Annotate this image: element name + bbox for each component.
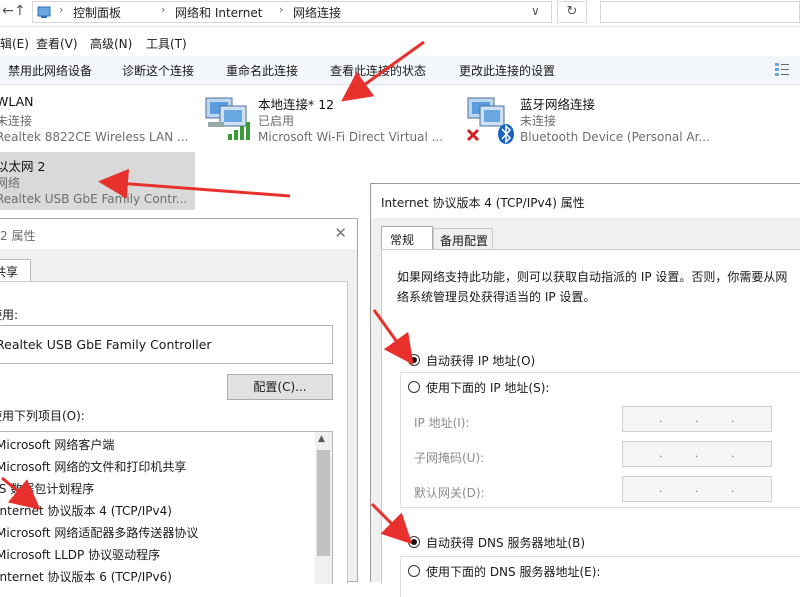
change-settings-button[interactable]: 更改此连接的设置 [459,62,555,79]
ipv4-properties-dialog: Internet 协议版本 4 (TCP/IPv4) 属性 常规 备用配置 如果… [370,183,800,597]
tab-label: 共享 [0,265,19,279]
list-item[interactable]: Microsoft 网络适配器多路传送器协议 [0,524,198,541]
gateway-label: 默认网关(D): [414,486,485,500]
close-icon[interactable]: ✕ [334,224,347,242]
general-tab-panel: 如果网络支持此功能，则可以获取自动指派的 IP 设置。否则，你需要从网 络系统管… [381,249,800,597]
dialog-title: 2 属性 [0,229,36,243]
address-input[interactable]: › 控制面板 › 网络和 Internet › 网络连接 ∨ [32,1,552,23]
breadcrumb-separator: › [279,3,284,16]
adapter-device: Bluetooth Device (Personal Ar... [520,130,710,144]
tab-general[interactable]: 常规 [381,226,433,251]
device-name: Realtek USB GbE Family Controller [0,337,212,352]
breadcrumb-separator: › [59,3,64,16]
manual-ip-radio[interactable] [408,381,420,393]
manual-dns-radio[interactable] [408,565,420,577]
adapter-status: 未连接 [520,114,557,128]
gateway-field[interactable]: . . . [622,476,772,502]
dialog-title-bar: Internet 协议版本 4 (TCP/IPv4) 属性 [371,184,800,218]
tab-alternate-config[interactable]: 备用配置 [433,228,493,251]
address-bar: ← ↑ › 控制面板 › 网络和 Internet › 网络连接 ∨ ↻ [0,0,800,27]
adapter-device: Realtek 8822CE Wireless LAN ... [0,130,189,144]
auto-ip-label[interactable]: 自动获得 IP 地址(O) [426,352,535,369]
tab-sharing[interactable]: 共享 [0,259,31,282]
description-line-1: 如果网络支持此功能，则可以获取自动指派的 IP 设置。否则，你需要从网 [397,270,788,284]
breadcrumb-control-panel[interactable]: 控制面板 [73,4,121,21]
menu-tools[interactable]: 工具(T) [146,35,187,52]
list-item[interactable]: Microsoft 网络客户端 [0,436,114,453]
manual-dns-label[interactable]: 使用下面的 DNS 服务器地址(E): [426,563,600,580]
dialog-title-bar: 2 属性 ✕ [0,219,357,249]
control-panel-icon [37,6,51,18]
menu-edit[interactable]: 编辑(E) [0,35,29,52]
adapter-status: 未连接 [0,114,33,128]
auto-dns-radio[interactable] [408,536,420,548]
adapter-name: 本地连接* 12 [258,97,335,112]
adapter-device: Realtek USB GbE Family Contr... [0,192,188,206]
view-options-icon[interactable] [774,61,790,77]
configure-button[interactable]: 配置(C)... [227,374,333,400]
menu-bar: 编辑(E) 查看(V) 高级(N) 工具(T) [0,32,800,54]
adapter-name: 蓝牙网络连接 [520,97,596,112]
tab-label: 备用配置 [440,234,489,248]
tab-label: 常规 [390,233,415,247]
subnet-mask-field[interactable]: . . . [622,441,772,467]
refresh-button[interactable]: ↻ [557,1,587,23]
diagnose-button[interactable]: 诊断这个连接 [122,62,194,79]
connect-using-label: 使用: [0,308,19,322]
description-line-2: 络系统管理员处获得适当的 IP 设置。 [397,290,596,304]
list-item[interactable]: Microsoft 网络的文件和打印机共享 [0,458,186,475]
subnet-mask-label: 子网掩码(U): [414,451,485,465]
ethernet-properties-dialog: 2 属性 ✕ 共享 使用: Realtek USB GbE Family Con… [0,218,358,584]
adapter-name: WLAN [0,94,34,109]
auto-dns-label[interactable]: 自动获得 DNS 服务器地址(B) [426,534,585,551]
scrollbar-thumb[interactable] [317,450,330,556]
components-list[interactable]: Microsoft 网络客户端 Microsoft 网络的文件和打印机共享 Qo… [0,431,333,584]
breadcrumb-network-internet[interactable]: 网络和 Internet [175,4,262,21]
auto-ip-radio[interactable] [408,354,420,366]
back-button[interactable]: ← [2,3,14,19]
adapter-device: Microsoft Wi-Fi Direct Virtual ... [258,130,444,144]
view-status-button[interactable]: 查看此连接的状态 [330,62,426,79]
adapter-status: 网络 [0,176,21,190]
rename-button[interactable]: 重命名此连接 [226,62,298,79]
scroll-up-icon[interactable]: ▲ [318,434,325,444]
items-label: 使用下列项目(O): [0,409,85,423]
menu-advanced[interactable]: 高级(N) [90,35,132,52]
list-item[interactable]: Internet 协议版本 6 (TCP/IPv6) [0,568,172,585]
search-input[interactable] [600,1,800,23]
ip-address-field[interactable]: . . . [622,406,772,432]
manual-ip-label[interactable]: 使用下面的 IP 地址(S): [426,379,549,396]
list-item[interactable]: Internet 协议版本 4 (TCP/IPv4) [0,502,172,519]
list-item[interactable]: Microsoft LLDP 协议驱动程序 [0,546,160,563]
command-bar: 禁用此网络设备 诊断这个连接 重命名此连接 查看此连接的状态 更改此连接的设置 [0,56,800,85]
networking-tab-panel: 使用: Realtek USB GbE Family Controller 配置… [0,281,348,584]
device-name-box: Realtek USB GbE Family Controller [0,325,333,364]
breadcrumb-network-connections[interactable]: 网络连接 [293,4,341,21]
bluetooth-adapter-icon [466,97,514,144]
network-adapter-icon [205,97,250,140]
breadcrumb-separator: › [161,3,166,16]
disable-device-button[interactable]: 禁用此网络设备 [8,62,92,79]
ip-address-label: IP 地址(I): [414,416,470,430]
adapter-status: 已启用 [258,114,295,128]
chevron-down-icon[interactable]: ∨ [531,4,540,18]
list-scrollbar[interactable]: ▲ [315,432,332,584]
adapter-name: 以太网 2 [0,159,46,174]
up-button[interactable]: ↑ [14,3,26,19]
menu-view[interactable]: 查看(V) [36,35,78,52]
list-item[interactable]: QoS 数据包计划程序 [0,480,94,497]
dialog-title: Internet 协议版本 4 (TCP/IPv4) 属性 [381,196,585,210]
